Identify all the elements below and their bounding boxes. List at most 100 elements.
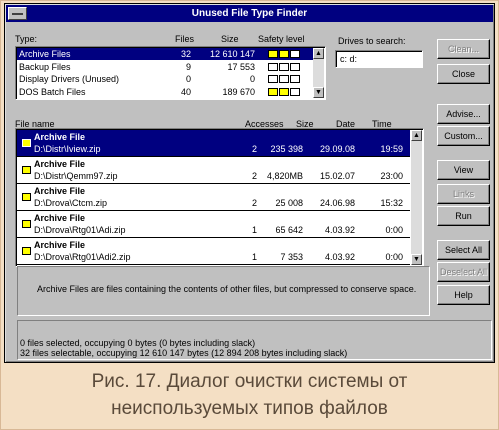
type-row[interactable]: Display Drivers (Unused) 0 0 [17,73,314,85]
file-type-name: Archive File [34,213,86,223]
type-files: 32 [180,49,191,59]
file-date: 29.09.08 [319,144,355,154]
safety-block [290,62,300,71]
caption-line-2: неиспользуемых типов файлов [111,398,388,419]
type-header: Type: [15,34,38,44]
file-path: D:\Drova\Rtg01\Adi.zip [34,225,126,235]
file-path: D:\Drova\Rtg01\Adi2.zip [34,252,131,262]
file-size: 235 398 [270,144,303,154]
file-accesses: 1 [251,252,257,262]
file-list[interactable]: Archive File D:\Distr\Iview.zip 2 235 398 29… [15,128,424,267]
clean-button[interactable]: Clean... [437,39,490,59]
type-name: Display Drivers (Unused) [19,74,120,84]
type-row[interactable]: DOS Batch Files 40 189 670 [17,86,314,98]
type-size: 17 553 [227,61,255,72]
file-time: 15:32 [380,198,403,208]
type-list[interactable]: Archive Files 32 12 610 147 Backup Files 9 17… [15,46,326,100]
view-button[interactable]: View [437,160,490,180]
status-panel: 0 files selected, occupying 0 bytes (0 b… [17,320,492,360]
status-selectable: 32 files selectable, occupying 12 610 14… [20,348,348,358]
safety-block [279,87,289,96]
safety-block [290,87,300,96]
type-files: 40 [180,86,191,97]
system-menu-icon[interactable] [8,7,27,20]
file-row[interactable]: Archive File D:\Drova\Rtg01\Adi.zip 1 65 64… [17,211,410,238]
safety-level-meter [268,62,300,71]
file-date: 15.02.07 [319,171,355,181]
file-size: 25 008 [275,198,303,208]
type-size: 189 670 [222,86,255,97]
type-size: 12 610 147 [209,49,255,59]
safety-block [290,50,300,58]
drives-value: c: d: [340,54,358,64]
safety-block [268,75,278,83]
type-row[interactable]: Backup Files 9 17 553 [17,61,314,73]
file-time: 23:00 [380,171,403,181]
file-date: 24.06.98 [319,198,355,208]
caption-line-1: Рис. 17. Диалог очистки системы от [91,371,408,392]
file-accesses: 2 [251,144,257,154]
file-date: 4.03.92 [324,225,355,235]
file-path: D:\Drova\Ctcm.zip [34,198,108,208]
scroll-up-icon[interactable]: ▲ [313,48,324,59]
scroll-up-icon[interactable]: ▲ [411,130,422,141]
type-files: 0 [185,74,191,84]
description-panel: Archive Files are files containing the c… [17,266,430,316]
safety-block [290,75,300,83]
file-size: 7 353 [280,252,303,262]
type-list-scrollbar[interactable]: ▲ ▼ [313,48,324,98]
file-size: 65 642 [275,225,303,235]
deselect-all-button[interactable]: Deselect All [437,262,490,282]
safety-block [279,62,289,71]
file-time: 0:00 [385,225,403,235]
safety-level-meter [268,75,300,83]
file-path: D:\Distr\Qemm97.zip [34,171,118,181]
status-selected: 0 files selected, occupying 0 bytes (0 b… [20,338,256,348]
drives-label: Drives to search: [338,36,406,46]
safety-block [279,75,289,83]
type-name: DOS Batch Files [19,86,86,97]
file-type-name: Archive File [34,159,86,169]
file-type-name: Archive File [34,186,86,196]
archive-file-icon [22,139,31,147]
figure-caption: Рис. 17. Диалог очистки системы от неисп… [0,368,499,422]
file-row[interactable]: Archive File D:\Drova\Rtg01\Adi2.zip 1 7 35… [17,238,410,265]
file-type-name: Archive File [34,240,86,250]
safety-block [268,87,278,96]
file-row[interactable]: Archive File D:\Drova\Ctcm.zip 2 25 008 24.0… [17,184,410,211]
select-all-button[interactable]: Select All [437,240,490,260]
advise-button[interactable]: Advise... [437,104,490,124]
close-button[interactable]: Close [437,64,490,84]
safety-level-header: Safety level [258,34,305,44]
window-title: Unused File Type Finder [191,8,308,19]
run-button[interactable]: Run [437,206,490,226]
size-header: Size [221,34,239,44]
file-type-name: Archive File [34,132,86,142]
file-size: 4,820MB [266,171,303,181]
type-size: 0 [249,74,255,84]
safety-block [268,50,278,58]
scroll-down-icon[interactable]: ▼ [313,87,324,98]
file-list-scrollbar[interactable]: ▲ ▼ [411,130,422,265]
custom-button[interactable]: Custom... [437,126,490,146]
drives-input[interactable]: c: d: [335,50,423,68]
file-row[interactable]: Archive File D:\Distr\Iview.zip 2 235 398 29… [17,130,410,157]
file-row[interactable]: Archive File D:\Distr\Qemm97.zip 2 4,820MB 1… [17,157,410,184]
safety-block [268,62,278,71]
file-accesses: 2 [251,171,257,181]
archive-file-icon [22,193,31,201]
safety-level-meter [268,87,300,96]
file-date: 4.03.92 [324,252,355,262]
scroll-down-icon[interactable]: ▼ [411,254,422,265]
type-files: 9 [185,61,191,72]
file-time: 0:00 [385,252,403,262]
links-button[interactable]: Links [437,184,490,204]
file-path: D:\Distr\Iview.zip [34,144,101,154]
type-name: Archive Files [19,49,71,59]
type-row[interactable]: Archive Files 32 12 610 147 [17,48,314,60]
archive-file-icon [22,166,31,174]
file-accesses: 2 [251,198,257,208]
description-text: Archive Files are files containing the c… [37,284,417,294]
dialog-window: Unused File Type Finder Type: Files Size… [4,3,495,363]
safety-block [279,50,289,58]
